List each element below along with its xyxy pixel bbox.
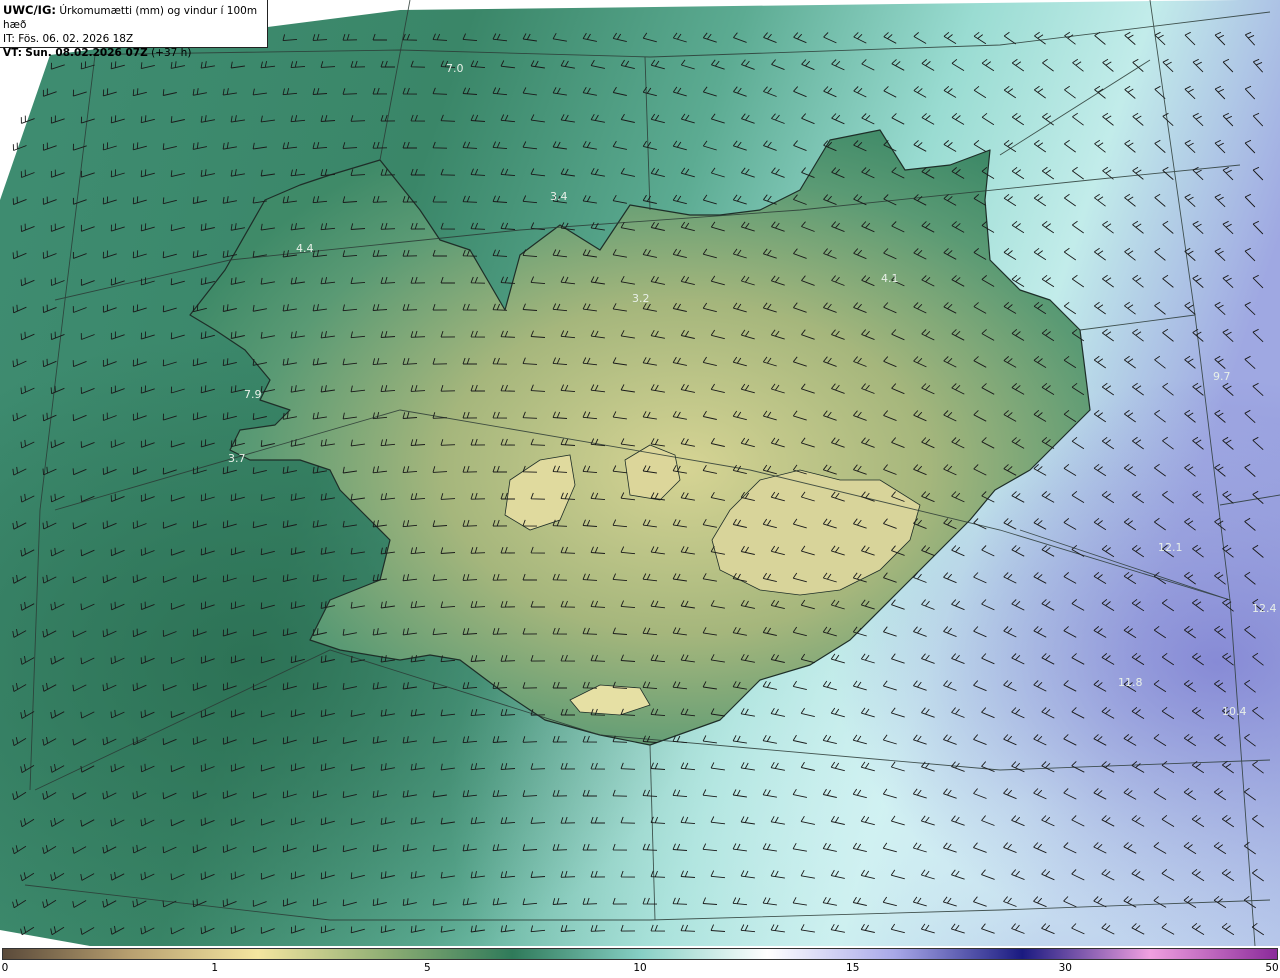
map-label: 9.7 xyxy=(1213,370,1231,383)
colorbar-tick-label: 5 xyxy=(423,962,431,974)
map-label: 7.0 xyxy=(446,62,464,75)
lead-time: (+37 h) xyxy=(151,47,192,59)
forecast-map: 7.0 4.4 7.9 3.7 3.2 4.1 12.1 12.4 11.8 1… xyxy=(0,0,1280,946)
issue-time: IT: Fös. 06. 02. 2026 18Z xyxy=(3,33,134,45)
map-label: 12.1 xyxy=(1158,541,1183,554)
colorbar-tick-label: 15 xyxy=(846,962,860,974)
map-header: UWC/IG: Úrkomumætti (mm) og vindur í 100… xyxy=(0,0,268,59)
model-label: UWC/IG: xyxy=(3,3,56,17)
map-label: 7.9 xyxy=(244,388,262,401)
map-label: 3.4 xyxy=(550,190,568,203)
map-label: 12.4 xyxy=(1252,602,1277,615)
map-label: 10.4 xyxy=(1222,705,1247,718)
colorbar-tick-label: 50 xyxy=(1265,962,1279,974)
valid-prefix: VT: xyxy=(3,47,22,59)
colorbar-tick-label: 1 xyxy=(211,962,219,974)
colorbar: 0 1 5 10 15 30 50 xyxy=(0,946,1280,978)
map-label: 4.4 xyxy=(296,242,314,255)
colorbar-tick-label: 30 xyxy=(1058,962,1072,974)
map-label: 11.8 xyxy=(1118,676,1143,689)
colorbar-tick-label: 0 xyxy=(1,962,9,974)
map-label: 3.2 xyxy=(632,292,650,305)
valid-time: Sun. 08.02.2026 07Z xyxy=(25,47,148,59)
map-label: 4.1 xyxy=(881,272,899,285)
map-label: 3.7 xyxy=(228,452,246,465)
colorbar-tick-label: 10 xyxy=(633,962,647,974)
colorbar-gradient xyxy=(2,948,1278,960)
